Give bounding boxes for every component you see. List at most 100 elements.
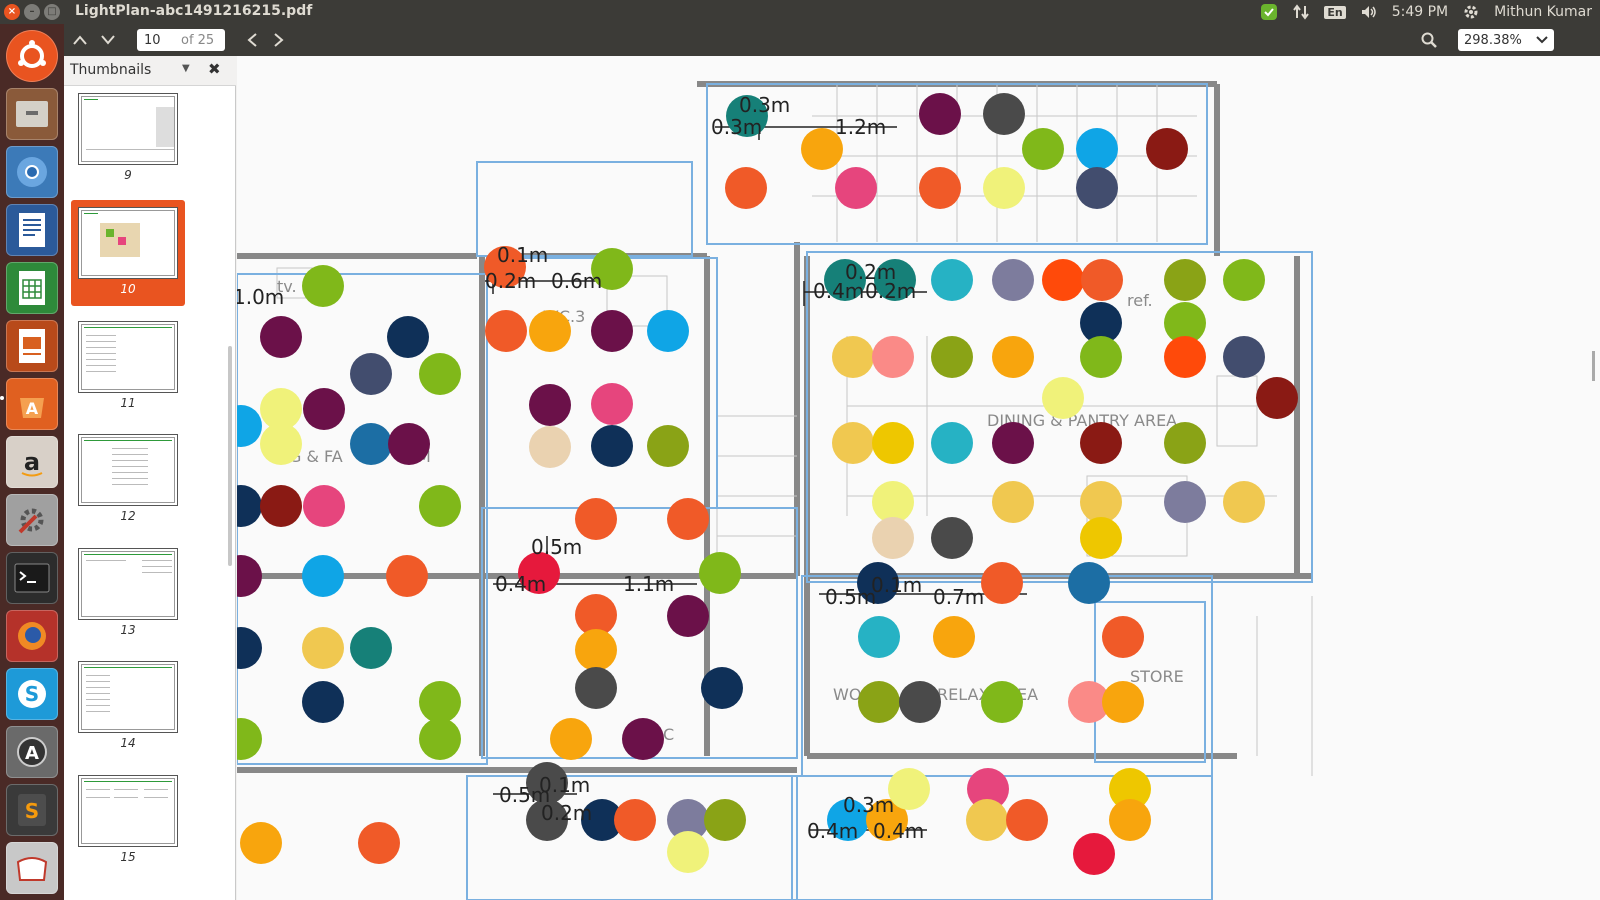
light-fixture-dot bbox=[1102, 616, 1144, 658]
light-fixture-dot bbox=[303, 388, 345, 430]
document-toolbar: 10 of 25 298.38% bbox=[64, 24, 1600, 56]
light-fixture-dot bbox=[1102, 681, 1144, 723]
update-icon[interactable] bbox=[1260, 3, 1278, 21]
close-window-button[interactable]: × bbox=[4, 4, 20, 20]
settings-icon[interactable] bbox=[6, 494, 58, 546]
light-fixture-dot bbox=[1076, 167, 1118, 209]
clock[interactable]: 5:49 PM bbox=[1392, 4, 1448, 20]
svg-text:S: S bbox=[25, 799, 39, 823]
light-fixture-dot bbox=[485, 310, 527, 352]
minimize-window-button[interactable]: – bbox=[24, 4, 40, 20]
terminal-icon[interactable] bbox=[6, 552, 58, 604]
panel-indicators: En 5:49 PM Mithun Kumar bbox=[1260, 0, 1592, 24]
arrow-left-icon[interactable] bbox=[240, 28, 264, 52]
page-thumbnail[interactable] bbox=[78, 321, 178, 393]
thumbnail-label: 15 bbox=[120, 850, 136, 864]
thumbnail-label: 14 bbox=[120, 736, 136, 750]
light-fixture-dot bbox=[647, 425, 689, 467]
light-fixture-dot bbox=[931, 422, 973, 464]
keyboard-layout-indicator[interactable]: En bbox=[1324, 5, 1346, 19]
light-fixture-dot bbox=[667, 595, 709, 637]
light-fixture-dot bbox=[614, 799, 656, 841]
light-fixture-dot bbox=[240, 822, 282, 864]
page-thumbnail[interactable] bbox=[78, 93, 178, 165]
light-fixture-dot bbox=[888, 768, 930, 810]
dimension-label: 0.2m bbox=[485, 269, 536, 293]
room-label: C bbox=[663, 725, 674, 744]
calc-icon[interactable] bbox=[6, 262, 58, 314]
user-name[interactable]: Mithun Kumar bbox=[1494, 4, 1592, 20]
page-thumbnail[interactable] bbox=[78, 661, 178, 733]
bottom-app-icon[interactable] bbox=[6, 842, 58, 894]
light-fixture-dot bbox=[1081, 259, 1123, 301]
light-fixture-dot bbox=[303, 485, 345, 527]
chevron-up-icon[interactable] bbox=[68, 28, 92, 52]
light-fixture-dot bbox=[575, 498, 617, 540]
close-icon[interactable]: ✖ bbox=[208, 60, 221, 78]
updater-icon[interactable]: A bbox=[6, 726, 58, 778]
impress-icon[interactable] bbox=[6, 320, 58, 372]
software-center-icon[interactable]: A bbox=[6, 378, 58, 430]
amazon-icon[interactable]: a bbox=[6, 436, 58, 488]
document-scrollbar[interactable] bbox=[1592, 351, 1595, 381]
svg-text:A: A bbox=[25, 743, 39, 764]
svg-text:a: a bbox=[24, 448, 40, 476]
light-fixture-dot bbox=[1080, 481, 1122, 523]
light-fixture-dot bbox=[872, 422, 914, 464]
dimension-label: 0.2m bbox=[541, 801, 592, 825]
arrow-right-icon[interactable] bbox=[267, 28, 291, 52]
ubuntu-icon[interactable] bbox=[6, 30, 58, 82]
dimension-label: 0.5m bbox=[531, 535, 582, 559]
gear-icon[interactable] bbox=[1462, 3, 1480, 21]
network-icon[interactable] bbox=[1292, 3, 1310, 21]
page-thumbnail[interactable] bbox=[78, 548, 178, 620]
chromium-icon[interactable] bbox=[6, 146, 58, 198]
volume-icon[interactable] bbox=[1360, 3, 1378, 21]
light-fixture-dot bbox=[302, 627, 344, 669]
room-label: WO bbox=[833, 685, 861, 704]
page-thumbnail-active[interactable] bbox=[78, 207, 178, 279]
light-fixture-dot bbox=[858, 616, 900, 658]
light-fixture-dot bbox=[350, 423, 392, 465]
light-fixture-dot bbox=[992, 336, 1034, 378]
chevron-down-icon[interactable] bbox=[96, 28, 120, 52]
light-fixture-dot bbox=[919, 93, 961, 135]
sidebar-scrollbar[interactable] bbox=[228, 346, 232, 566]
light-fixture-dot bbox=[832, 422, 874, 464]
light-fixture-dot bbox=[931, 517, 973, 559]
sublime-icon[interactable]: S bbox=[6, 784, 58, 836]
dimension-label: 1.1m bbox=[623, 572, 674, 596]
dimension-label: 1.2m bbox=[835, 115, 886, 139]
files-icon[interactable] bbox=[6, 88, 58, 140]
writer-icon[interactable] bbox=[6, 204, 58, 256]
sidebar-mode-selector[interactable]: Thumbnails bbox=[70, 62, 151, 78]
dropdown-arrow-icon[interactable]: ▼ bbox=[182, 63, 190, 74]
skype-icon[interactable]: S bbox=[6, 668, 58, 720]
search-icon[interactable] bbox=[1417, 28, 1441, 52]
firefox-icon[interactable] bbox=[6, 610, 58, 662]
light-fixture-dot bbox=[899, 681, 941, 723]
light-fixture-dot bbox=[358, 822, 400, 864]
page-thumbnail[interactable] bbox=[78, 434, 178, 506]
light-fixture-dot bbox=[725, 167, 767, 209]
page-selector[interactable]: 10 of 25 bbox=[137, 29, 225, 51]
room-label: STORE bbox=[1130, 667, 1184, 686]
page-number-input[interactable]: 10 bbox=[137, 33, 173, 48]
light-fixture-dot bbox=[992, 259, 1034, 301]
light-fixture-dot bbox=[419, 485, 461, 527]
document-view[interactable]: tv. WC.3 ref. DINING & PANTRY AREA NG & … bbox=[237, 56, 1600, 900]
thumbnail-label: 12 bbox=[120, 509, 136, 523]
light-fixture-dot bbox=[1146, 128, 1188, 170]
light-fixture-dot bbox=[1223, 481, 1265, 523]
zoom-selector[interactable]: 298.38% bbox=[1458, 29, 1554, 51]
maximize-window-button[interactable]: □ bbox=[44, 4, 60, 20]
light-fixture-dot bbox=[1164, 481, 1206, 523]
light-fixture-dot bbox=[1042, 377, 1084, 419]
light-fixture-dot bbox=[350, 627, 392, 669]
light-fixture-dot bbox=[302, 265, 344, 307]
light-fixture-dot bbox=[1223, 259, 1265, 301]
window-title: LightPlan-abc1491216215.pdf bbox=[75, 3, 313, 19]
page-thumbnail[interactable] bbox=[78, 775, 178, 847]
light-fixture-dot bbox=[302, 555, 344, 597]
light-fixture-dot bbox=[622, 718, 664, 760]
